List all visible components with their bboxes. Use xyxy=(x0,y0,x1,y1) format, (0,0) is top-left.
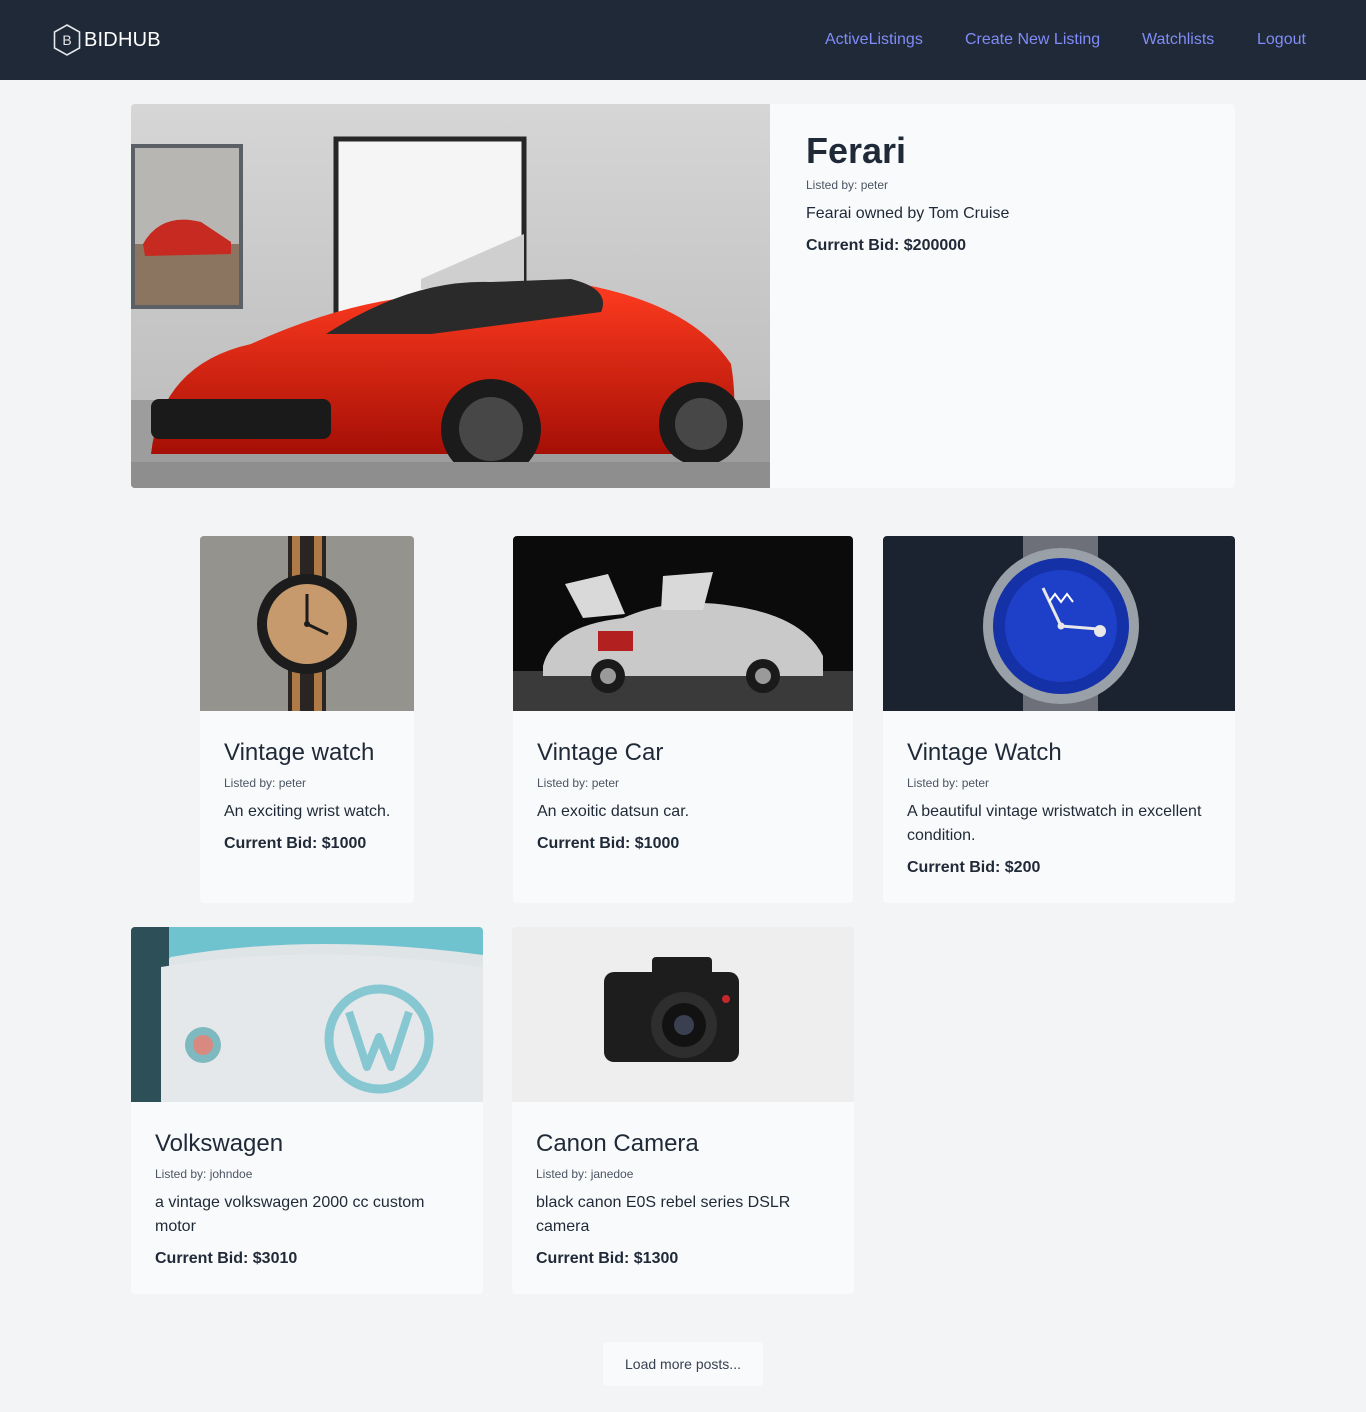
nav-watchlists[interactable]: Watchlists xyxy=(1142,31,1214,49)
listing-current-bid: Current Bid: $1300 xyxy=(536,1250,679,1267)
listing-details: Canon Camera Listed by: janedoe black ca… xyxy=(536,1127,834,1271)
featured-listing-details: Ferari Listed by: peter Fearai owned by … xyxy=(806,130,1226,258)
listing-title[interactable]: Volkswagen xyxy=(155,1127,463,1161)
listing-details: Vintage watch Listed by: peter An exciti… xyxy=(224,736,394,856)
listing-listed-by: Listed by: peter xyxy=(537,776,620,790)
listing-card[interactable]: Vintage Car Listed by: peter An exoitic … xyxy=(513,536,853,903)
listing-card[interactable]: Vintage watch Listed by: peter An exciti… xyxy=(200,536,414,903)
brand-name: BIDHUB xyxy=(84,28,161,51)
navbar: B BIDHUB ActiveListings Create New Listi… xyxy=(0,0,1366,80)
hexagon-logo-icon: B xyxy=(53,24,81,56)
nav-logout[interactable]: Logout xyxy=(1257,31,1306,49)
featured-listed-by: Listed by: peter xyxy=(806,178,889,192)
listing-card[interactable]: Vintage Watch Listed by: peter A beautif… xyxy=(883,536,1235,903)
listing-description: black canon E0S rebel series DSLR camera xyxy=(536,1194,791,1235)
listing-current-bid: Current Bid: $1000 xyxy=(224,835,367,852)
blue-watch-image[interactable] xyxy=(883,536,1235,711)
listing-details: Volkswagen Listed by: johndoe a vintage … xyxy=(155,1127,463,1271)
listing-description: An exciting wrist watch. xyxy=(224,803,391,820)
volkswagen-image[interactable] xyxy=(131,927,483,1102)
listing-current-bid: Current Bid: $200 xyxy=(907,859,1041,876)
listing-listed-by: Listed by: peter xyxy=(224,776,307,790)
listing-listed-by: Listed by: peter xyxy=(907,776,990,790)
featured-current-bid: Current Bid: $200000 xyxy=(806,237,967,254)
listing-description: a vintage volkswagen 2000 cc custom moto… xyxy=(155,1194,425,1235)
listing-title[interactable]: Canon Camera xyxy=(536,1127,834,1161)
brand-logo[interactable]: B BIDHUB xyxy=(52,23,161,57)
ferrari-image[interactable] xyxy=(131,104,770,488)
featured-title[interactable]: Ferari xyxy=(806,130,1226,172)
featured-description: Fearai owned by Tom Cruise xyxy=(806,205,1010,222)
listing-title[interactable]: Vintage Car xyxy=(537,736,833,770)
nav-active-listings[interactable]: ActiveListings xyxy=(825,31,923,49)
wood-watch-image[interactable] xyxy=(200,536,414,711)
listing-listed-by: Listed by: janedoe xyxy=(536,1167,634,1181)
listing-card[interactable]: Canon Camera Listed by: janedoe black ca… xyxy=(512,927,854,1294)
featured-listing-card[interactable]: Ferari Listed by: peter Fearai owned by … xyxy=(131,104,1235,488)
load-more-button[interactable]: Load more posts... xyxy=(603,1342,763,1386)
listing-current-bid: Current Bid: $1000 xyxy=(537,835,680,852)
svg-text:B: B xyxy=(62,32,71,48)
canon-camera-image[interactable] xyxy=(512,927,854,1102)
listing-card[interactable]: Volkswagen Listed by: johndoe a vintage … xyxy=(131,927,483,1294)
vintage-car-image[interactable] xyxy=(513,536,853,711)
listing-details: Vintage Watch Listed by: peter A beautif… xyxy=(907,736,1215,880)
listing-listed-by: Listed by: johndoe xyxy=(155,1167,253,1181)
listing-title[interactable]: Vintage watch xyxy=(224,736,394,770)
listing-description: An exoitic datsun car. xyxy=(537,803,690,820)
nav-create-listing[interactable]: Create New Listing xyxy=(965,31,1100,49)
listing-description: A beautiful vintage wristwatch in excell… xyxy=(907,803,1202,844)
listing-title[interactable]: Vintage Watch xyxy=(907,736,1215,770)
listing-current-bid: Current Bid: $3010 xyxy=(155,1250,298,1267)
listing-details: Vintage Car Listed by: peter An exoitic … xyxy=(537,736,833,856)
